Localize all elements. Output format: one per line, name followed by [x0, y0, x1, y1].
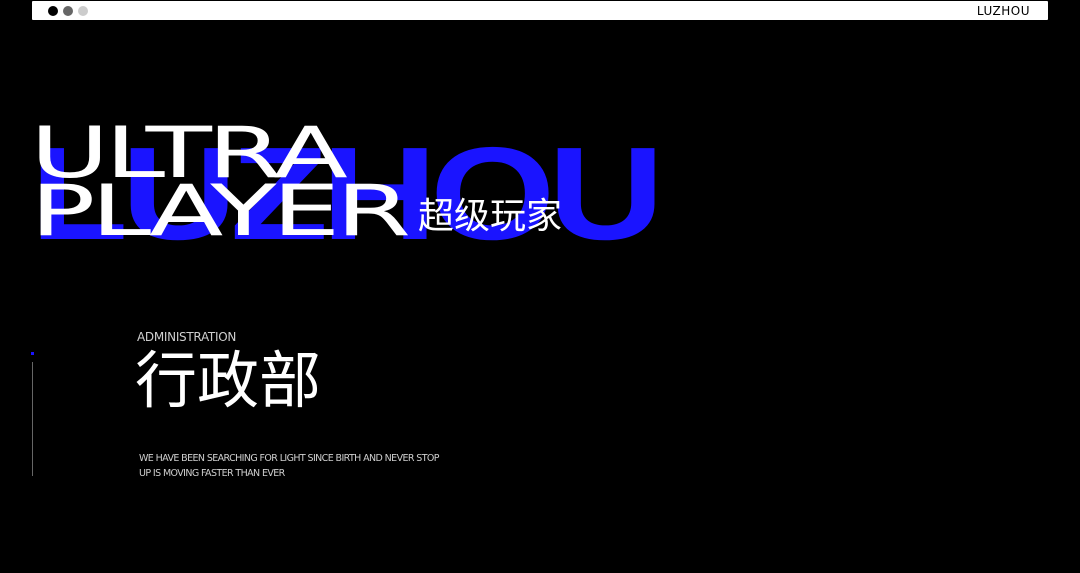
section-description: WE HAVE BEEN SEARCHING FOR LIGHT SINCE B… — [139, 451, 440, 481]
section-label-en: ADMINISTRATION — [137, 330, 237, 344]
section-divider-line — [32, 362, 33, 476]
window-maximize-dot[interactable] — [78, 6, 88, 16]
description-line-2: UP IS MOVING FASTER THAN EVER — [139, 468, 285, 479]
brand-label: LUZHOU — [976, 4, 1030, 18]
page: LUZHOU LUZHOU ULTRA PLAYER 超级玩家 ADMINIST… — [0, 0, 1080, 573]
accent-marker — [31, 352, 34, 355]
hero-title-chinese: 超级玩家 — [418, 196, 563, 237]
window-bar: LUZHOU — [32, 1, 1048, 20]
description-line-1: WE HAVE BEEN SEARCHING FOR LIGHT SINCE B… — [139, 453, 440, 464]
window-minimize-dot[interactable] — [63, 6, 73, 16]
window-close-dot[interactable] — [48, 6, 58, 16]
hero-title-line-2: PLAYER — [30, 170, 411, 252]
section-title-chinese: 行政部 — [135, 344, 322, 417]
